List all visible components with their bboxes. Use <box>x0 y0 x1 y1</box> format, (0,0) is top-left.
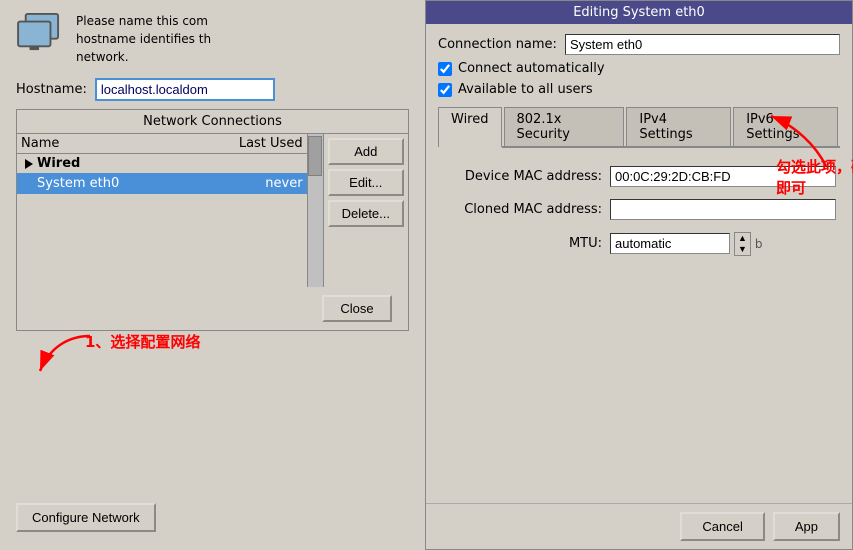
mtu-down-button[interactable]: ▼ <box>735 244 750 255</box>
edit-button[interactable]: Edit... <box>328 169 404 196</box>
mtu-input[interactable] <box>610 233 730 254</box>
item-name: System eth0 <box>37 176 213 191</box>
device-mac-input[interactable] <box>610 166 836 187</box>
close-button[interactable]: Close <box>322 295 392 322</box>
mtu-unit: b <box>755 237 763 251</box>
nc-col-name: Name <box>21 136 213 151</box>
bottom-area: Configure Network <box>0 495 172 540</box>
info-line2: hostname identifies th <box>76 30 211 48</box>
close-btn-row: Close <box>17 287 408 330</box>
apply-button[interactable]: App <box>773 512 840 541</box>
item-lastused: never <box>213 176 303 191</box>
dialog-footer: Cancel App <box>426 503 852 549</box>
nc-buttons: Add Edit... Delete... <box>323 134 408 287</box>
check-auto-label: Connect automatically <box>458 61 605 76</box>
info-line1: Please name this com <box>76 12 211 30</box>
cloned-mac-input[interactable] <box>610 199 836 220</box>
list-item[interactable]: System eth0 never <box>17 173 307 194</box>
nc-list-area: Name Last Used Wired System eth0 never <box>17 134 307 287</box>
network-connections-box: Network Connections Name Last Used Wired… <box>16 109 409 331</box>
info-section: Please name this com hostname identifies… <box>0 0 425 78</box>
mtu-row: MTU: ▲ ▼ b <box>442 232 836 256</box>
mtu-input-wrap: ▲ ▼ b <box>610 232 763 256</box>
tabs-row: Wired 802.1x Security IPv4 Settings IPv6… <box>438 107 840 148</box>
nc-body: Name Last Used Wired System eth0 never <box>17 134 408 287</box>
nc-col-lastused: Last Used <box>213 136 303 151</box>
annotation-1: 1、选择配置网络 <box>85 331 200 352</box>
device-mac-label: Device MAC address: <box>442 169 602 184</box>
cancel-button[interactable]: Cancel <box>680 512 764 541</box>
annotation-arrow-1 <box>10 326 210 386</box>
mtu-label: MTU: <box>442 236 602 251</box>
tab-8021x[interactable]: 802.1x Security <box>504 107 625 146</box>
group-wired-label: Wired <box>37 156 80 171</box>
info-text-block: Please name this com hostname identifies… <box>76 12 211 66</box>
nc-title: Network Connections <box>17 110 408 134</box>
nc-list: Wired System eth0 never <box>17 154 307 194</box>
tab-wired[interactable]: Wired <box>438 107 502 148</box>
nc-scrollbar[interactable] <box>307 134 323 287</box>
tab-ipv6[interactable]: IPv6 Settings <box>733 107 838 146</box>
dialog-body: Connection name: Connect automatically A… <box>426 24 852 503</box>
nc-scroll-area: Wired System eth0 never <box>17 154 307 287</box>
delete-button[interactable]: Delete... <box>328 200 404 227</box>
conn-name-input[interactable] <box>565 34 840 55</box>
bottom-configure-area: 1、选择配置网络 Configure Network <box>0 331 425 550</box>
configure-network-button[interactable]: Configure Network <box>16 503 156 532</box>
network-icon <box>16 12 64 52</box>
cloned-mac-label: Cloned MAC address: <box>442 202 602 217</box>
hostname-row: Hostname: <box>0 78 425 109</box>
tab-ipv4[interactable]: IPv4 Settings <box>626 107 731 146</box>
mtu-spinner[interactable]: ▲ ▼ <box>734 232 751 256</box>
conn-name-row: Connection name: <box>438 34 840 55</box>
left-panel: Please name this com hostname identifies… <box>0 0 425 550</box>
dialog-panel: Editing System eth0 Connection name: Con… <box>425 0 853 550</box>
info-line3: network. <box>76 48 211 66</box>
dialog-titlebar: Editing System eth0 <box>426 1 852 24</box>
nc-scrollbar-thumb[interactable] <box>308 136 322 176</box>
mtu-up-button[interactable]: ▲ <box>735 233 750 244</box>
expand-icon <box>25 159 33 169</box>
tab-content-wired: Device MAC address: Cloned MAC address: … <box>438 154 840 493</box>
nc-list-header: Name Last Used <box>17 134 307 154</box>
check-allusers[interactable] <box>438 83 452 97</box>
nc-group-wired: Wired <box>17 154 307 173</box>
cloned-mac-row: Cloned MAC address: <box>442 199 836 220</box>
check-auto[interactable] <box>438 62 452 76</box>
check-allusers-row: Available to all users <box>438 82 840 97</box>
check-auto-row: Connect automatically <box>438 61 840 76</box>
conn-name-label: Connection name: <box>438 37 557 52</box>
device-mac-row: Device MAC address: <box>442 166 836 187</box>
check-allusers-label: Available to all users <box>458 82 593 97</box>
hostname-label: Hostname: <box>16 82 87 97</box>
add-button[interactable]: Add <box>328 138 404 165</box>
hostname-input[interactable] <box>95 78 275 101</box>
